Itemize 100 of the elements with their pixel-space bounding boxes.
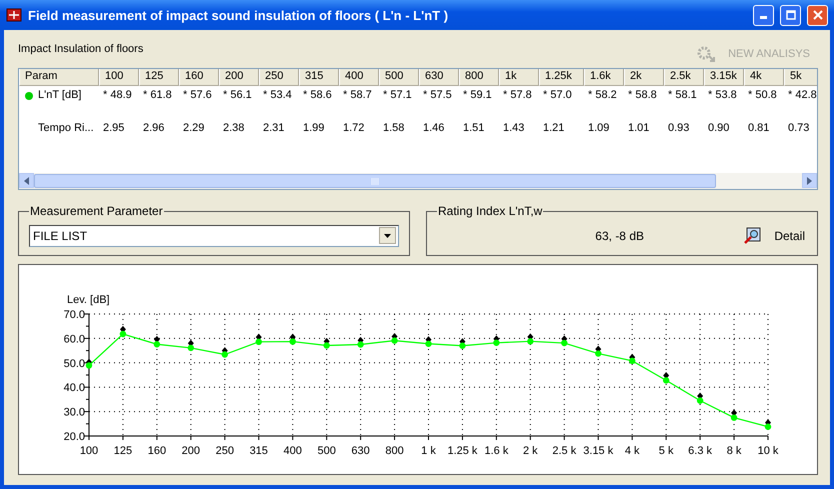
x-tick-label: 200: [182, 445, 200, 457]
table-cell: * 50.8: [748, 89, 777, 101]
table-cell: 1.58: [383, 122, 404, 134]
maximize-button[interactable]: [780, 4, 801, 26]
parameter-dropdown[interactable]: FILE LIST: [29, 224, 399, 246]
table-cell: 1.72: [343, 122, 364, 134]
data-point: [493, 340, 500, 346]
data-point: [662, 377, 670, 384]
column-header[interactable]: Param: [19, 69, 99, 86]
column-header[interactable]: 1.6k: [584, 69, 624, 86]
group-title: Measurement Parameter: [29, 204, 164, 218]
column-header[interactable]: 315: [299, 69, 339, 86]
data-point: [188, 344, 194, 352]
x-tick-label: 1.25 k: [447, 445, 478, 457]
column-header[interactable]: 5k: [784, 69, 817, 86]
x-tick-label: 630: [351, 445, 370, 457]
row-label: L'nT [dB]: [38, 89, 82, 101]
y-axis-title: Lev. [dB]: [67, 294, 110, 306]
column-header[interactable]: 3.15k: [704, 69, 744, 86]
table-cell: * 57.5: [423, 89, 452, 101]
table-cell: 2.95: [103, 122, 124, 134]
x-tick-label: 3.15 k: [583, 445, 614, 457]
column-header[interactable]: 2.5k: [664, 69, 704, 86]
data-point: [561, 340, 568, 346]
table-cell: * 57.8: [503, 89, 532, 101]
x-tick-label: 4 k: [624, 445, 640, 457]
column-header[interactable]: 800: [459, 69, 499, 86]
column-header[interactable]: 500: [379, 69, 419, 86]
close-button[interactable]: [807, 4, 828, 26]
column-header[interactable]: 1.25k: [539, 69, 584, 86]
data-point: [154, 341, 160, 348]
data-point: [86, 362, 92, 369]
data-point: [290, 338, 296, 345]
column-header[interactable]: 2k: [624, 69, 664, 86]
table-cell: * 58.1: [668, 89, 697, 101]
x-tick-label: 1.6 k: [484, 445, 508, 457]
horizontal-scrollbar[interactable]: [19, 173, 817, 189]
table-cell: 1.09: [588, 122, 610, 134]
rating-value: 63, -8 dB: [594, 228, 645, 242]
scroll-thumb[interactable]: [34, 174, 716, 188]
table-cell: * 59.1: [463, 89, 492, 101]
table-cell: 2.38: [223, 122, 244, 134]
data-point: [629, 358, 636, 364]
data-point: [459, 342, 466, 349]
table-cell: * 61.8: [143, 89, 172, 101]
x-tick-label: 500: [317, 445, 336, 457]
left-arrow-icon: [24, 176, 29, 184]
table-cell: 1.51: [463, 122, 484, 134]
column-header[interactable]: 4k: [744, 69, 784, 86]
table-cell: * 53.8: [708, 89, 737, 101]
column-header[interactable]: 160: [179, 69, 219, 86]
data-point: [425, 340, 432, 347]
dropdown-arrow-icon: [384, 234, 391, 238]
scroll-right-button[interactable]: [802, 173, 817, 188]
data-point: [256, 338, 262, 346]
y-tick-label: 40.0: [64, 382, 85, 394]
data-point: [391, 337, 398, 344]
column-header[interactable]: 200: [219, 69, 259, 86]
x-tick-label: 8 k: [726, 445, 742, 457]
table-cell: 2.31: [263, 122, 284, 134]
column-header[interactable]: 630: [419, 69, 459, 86]
column-header[interactable]: 400: [339, 69, 379, 86]
x-tick-label: 2 k: [523, 445, 538, 457]
table-cell: * 57.6: [183, 89, 212, 101]
window-title: Field measurement of impact sound insulation of floors ( L'n - L'nT ): [28, 8, 450, 22]
column-header[interactable]: 1k: [499, 69, 539, 86]
x-tick-label: 100: [80, 445, 98, 457]
data-point: [222, 351, 228, 358]
group-title: Rating Index L'nT,w: [437, 204, 544, 218]
y-tick-label: 20.0: [64, 431, 85, 443]
table-cell: * 58.6: [303, 89, 332, 101]
app-icon: [6, 7, 22, 23]
data-point: [764, 424, 772, 430]
table-cell: 0.93: [668, 122, 690, 134]
x-tick-label: 2.5 k: [552, 445, 576, 457]
y-tick-label: 50.0: [64, 358, 85, 370]
minimize-button[interactable]: [753, 4, 774, 26]
data-point: [120, 330, 126, 338]
table-cell: 2.96: [143, 122, 164, 134]
y-tick-label: 60.0: [64, 333, 85, 346]
x-tick-label: 5 k: [658, 445, 674, 457]
x-tick-label: 125: [114, 445, 132, 457]
data-point: [696, 397, 704, 404]
table-cell: * 42.8: [788, 89, 817, 101]
data-point: [527, 338, 534, 345]
table-cell: * 48.9: [103, 89, 132, 101]
table-cell: 2.29: [183, 122, 204, 134]
data-point: [357, 341, 364, 348]
section-title: Impact Insulation of floors: [18, 43, 144, 55]
column-header[interactable]: 100: [99, 69, 139, 86]
table-cell: 1.46: [423, 122, 444, 134]
scroll-left-button[interactable]: [19, 173, 34, 188]
magnifier-icon: [744, 226, 762, 244]
detail-button[interactable]: Detail: [742, 224, 807, 246]
x-tick-label: 10 k: [758, 445, 778, 457]
table-cell: 1.43: [503, 122, 524, 134]
x-tick-label: 250: [216, 445, 234, 457]
x-tick-label: 315: [250, 445, 268, 457]
column-header[interactable]: 250: [259, 69, 299, 86]
column-header[interactable]: 125: [139, 69, 179, 86]
